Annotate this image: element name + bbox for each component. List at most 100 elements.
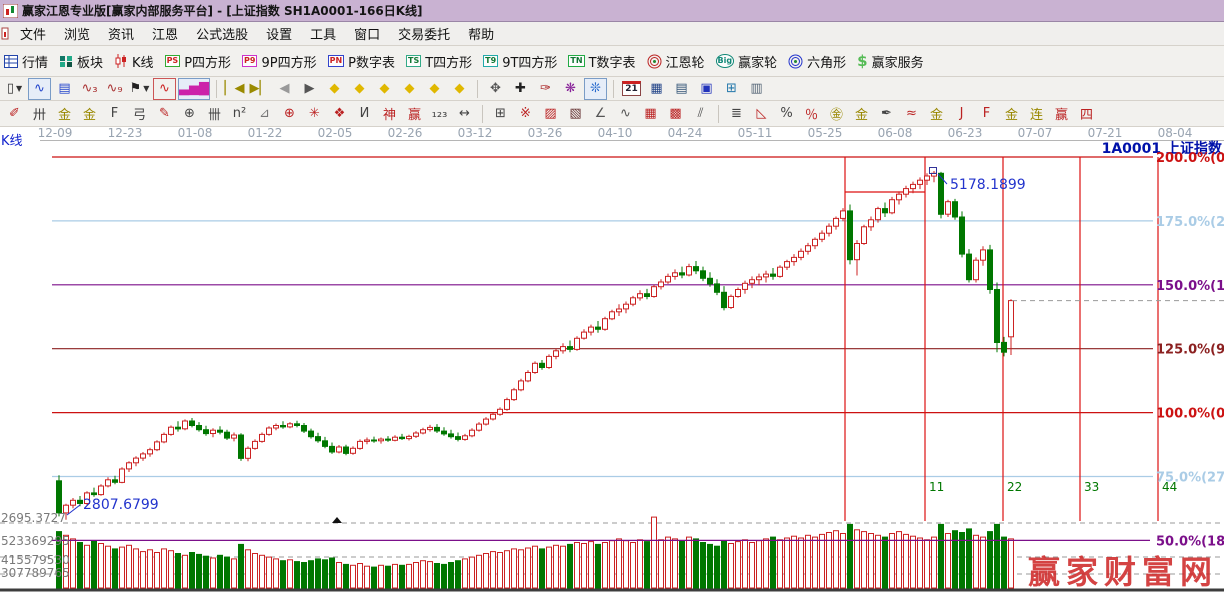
gann-wheel-button[interactable]: 江恩轮 bbox=[647, 52, 705, 71]
gann-crosshair-tool[interactable]: ⊕ bbox=[278, 103, 301, 125]
red-wave-tool[interactable]: ∿ bbox=[153, 78, 176, 100]
title-bar[interactable]: 赢家江恩专业版[赢家内部服务平台] - [上证指数 SH1A0001-166日K… bbox=[0, 0, 1224, 22]
pen-rocket-tool[interactable]: ✐ bbox=[3, 103, 26, 125]
skip-to-end-button[interactable]: ▶▏ bbox=[248, 78, 271, 100]
box-rays-dark-tool[interactable]: ▧ bbox=[564, 103, 587, 125]
navigation-toolbar: ▯▼∿▤∿₃∿₉⚑▼∿▃▅▇▏◀▶▏◀▶◆◆◆◆◆◆✥✚✑❋❊21▦▤▣⊞▥ bbox=[0, 77, 1224, 101]
red-grid-tool[interactable]: ▦ bbox=[639, 103, 662, 125]
tick-ruler-tool[interactable]: 卅 bbox=[28, 103, 51, 125]
percent-tool[interactable]: % bbox=[775, 103, 798, 125]
winner-service-button[interactable]: $赢家服务 bbox=[857, 52, 923, 71]
diamond-center[interactable]: ◆ bbox=[448, 78, 471, 100]
zigzag-tool[interactable]: ∿ bbox=[28, 78, 51, 100]
menu-item-8[interactable]: 窗口 bbox=[345, 22, 389, 45]
gold-circle-tool[interactable]: ㊎ bbox=[825, 103, 848, 125]
calculator-button[interactable]: ▦ bbox=[645, 78, 668, 100]
position-marker[interactable] bbox=[332, 517, 342, 523]
spiral-tool[interactable]: 弓 bbox=[128, 103, 151, 125]
gold-gate-tool-a[interactable]: 金 bbox=[53, 103, 76, 125]
skip-to-start-button-icon: ▏◀ bbox=[225, 81, 245, 96]
gold-line-tool[interactable]: 金 bbox=[850, 103, 873, 125]
level-chart-tool[interactable]: ≣ bbox=[725, 103, 748, 125]
n-squared-tool[interactable]: n² bbox=[228, 103, 251, 125]
step-back-button[interactable]: ◀ bbox=[273, 78, 296, 100]
save-button[interactable]: ▣ bbox=[695, 78, 718, 100]
menu-item-3[interactable]: 资讯 bbox=[99, 22, 143, 45]
network-share-button[interactable]: ⊞ bbox=[720, 78, 743, 100]
flag-marker-tool[interactable]: ⚑▼ bbox=[128, 78, 151, 100]
kline-button[interactable]: K线 bbox=[114, 52, 154, 71]
remote-computer-button[interactable]: ▥ bbox=[745, 78, 768, 100]
menu-item-9[interactable]: 交易委托 bbox=[389, 22, 459, 45]
menu-item-6[interactable]: 设置 bbox=[257, 22, 301, 45]
nine-t-square-button[interactable]: T99T四方形 bbox=[483, 52, 557, 71]
box-rays-tool[interactable]: ▨ bbox=[539, 103, 562, 125]
color-histogram-tool[interactable]: ▃▅▇ bbox=[178, 78, 210, 100]
f-ruler-tool[interactable]: F bbox=[103, 103, 126, 125]
menu-item-7[interactable]: 工具 bbox=[301, 22, 345, 45]
ying-tool[interactable]: 赢 bbox=[403, 103, 426, 125]
crosshair-tool[interactable]: ✚ bbox=[509, 78, 532, 100]
gold-angle-tool[interactable]: 金 bbox=[925, 103, 948, 125]
step-forward-button[interactable]: ▶ bbox=[298, 78, 321, 100]
wave-percent-tool[interactable]: ≈ bbox=[900, 103, 923, 125]
angle-mirror-tool[interactable]: ⊿ bbox=[253, 103, 276, 125]
diamond-shrink-h[interactable]: ◆ bbox=[398, 78, 421, 100]
ruler-123-tool[interactable]: ₁₂₃ bbox=[428, 103, 451, 125]
menu-item-5[interactable]: 公式选股 bbox=[187, 22, 257, 45]
t-number-table-button[interactable]: TNT数字表 bbox=[568, 52, 635, 71]
ying-angle-tool[interactable]: 赢 bbox=[1050, 103, 1073, 125]
sectors-button[interactable]: 板块 bbox=[59, 52, 103, 71]
shen-tool[interactable]: 神 bbox=[378, 103, 401, 125]
p-number-table-button[interactable]: PNP数字表 bbox=[328, 52, 395, 71]
hand-pan-tool[interactable]: ✥ bbox=[484, 78, 507, 100]
angle-lines-tool[interactable]: ∠ bbox=[589, 103, 612, 125]
diamond-shift-left[interactable]: ◆ bbox=[323, 78, 346, 100]
menu-item-2[interactable]: 浏览 bbox=[55, 22, 99, 45]
gann-star-tool[interactable]: ✳ bbox=[303, 103, 326, 125]
skip-to-start-button[interactable]: ▏◀ bbox=[223, 78, 246, 100]
info-panel-button[interactable]: ▤ bbox=[53, 78, 76, 100]
percent-triangle-tool[interactable]: ◺ bbox=[750, 103, 773, 125]
diamond-shift-right[interactable]: ◆ bbox=[348, 78, 371, 100]
quotes-button[interactable]: 行情 bbox=[4, 52, 48, 71]
scale-ruler-tool[interactable]: 卌 bbox=[203, 103, 226, 125]
gann-pattern-blue-tool[interactable]: ❊ bbox=[584, 78, 607, 100]
wave-9-tool[interactable]: ∿₉ bbox=[103, 78, 126, 100]
winner-wheel-button[interactable]: Big赢家轮 bbox=[716, 52, 778, 71]
k-mark-tool[interactable]: И bbox=[353, 103, 376, 125]
wave-3-tool[interactable]: ∿₃ bbox=[78, 78, 101, 100]
menu-item-1[interactable]: 文件 bbox=[11, 22, 55, 45]
gold-gate-tool-b[interactable]: 金 bbox=[78, 103, 101, 125]
gann-web-tool[interactable]: ❖ bbox=[328, 103, 351, 125]
menu-item-10[interactable]: 帮助 bbox=[459, 22, 503, 45]
red-grid-dense-tool[interactable]: ▩ bbox=[664, 103, 687, 125]
j-angle-tool[interactable]: J bbox=[950, 103, 973, 125]
t-square-button[interactable]: TST四方形 bbox=[406, 52, 472, 71]
pen-bars-tool[interactable]: ✒ bbox=[875, 103, 898, 125]
diamond-expand-all[interactable]: ◆ bbox=[423, 78, 446, 100]
pen-chart-tool[interactable]: ✎ bbox=[153, 103, 176, 125]
lian-angle-tool[interactable]: 连 bbox=[1025, 103, 1048, 125]
hexagon-button[interactable]: 六角形 bbox=[788, 52, 846, 71]
circle-ruler-tool[interactable]: ⊕ bbox=[178, 103, 201, 125]
box-handles-tool[interactable]: ⊞ bbox=[489, 103, 512, 125]
si-angle-tool[interactable]: 四 bbox=[1075, 103, 1098, 125]
diamond-expand-h[interactable]: ◆ bbox=[373, 78, 396, 100]
chart-canvas[interactable]: 12-0912-2301-0801-2202-0502-2603-1203-26… bbox=[0, 127, 1224, 592]
period-selector[interactable]: ▯▼ bbox=[3, 78, 26, 100]
parallel-lines-tool[interactable]: ⫽ bbox=[689, 103, 712, 125]
calendar-button[interactable]: 21 bbox=[620, 78, 643, 100]
menu-item-4[interactable]: 江恩 bbox=[143, 22, 187, 45]
ray-fan-tool[interactable]: ※ bbox=[514, 103, 537, 125]
f-angle-tool[interactable]: F bbox=[975, 103, 998, 125]
percent-line-tool[interactable]: ％ bbox=[800, 103, 823, 125]
span-arrows-tool[interactable]: ↔ bbox=[453, 103, 476, 125]
gann-pattern-purple-tool[interactable]: ❋ bbox=[559, 78, 582, 100]
zoom-pen-tool[interactable]: ✑ bbox=[534, 78, 557, 100]
p-square-button[interactable]: PSP四方形 bbox=[165, 52, 231, 71]
nine-p-square-button[interactable]: P99P四方形 bbox=[242, 52, 317, 71]
notes-button[interactable]: ▤ bbox=[670, 78, 693, 100]
gold-ray-tool[interactable]: 金 bbox=[1000, 103, 1023, 125]
wave-v-tool[interactable]: ∿ bbox=[614, 103, 637, 125]
